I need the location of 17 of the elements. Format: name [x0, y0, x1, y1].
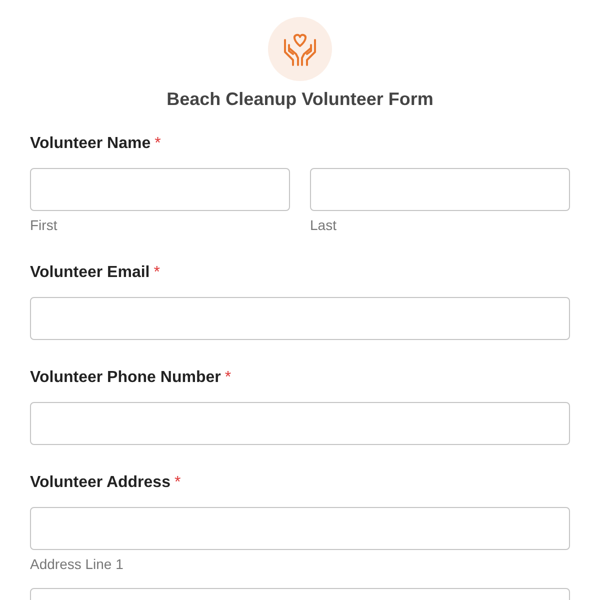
input-field[interactable]: [30, 297, 570, 340]
field-sublabel: Address Line 1: [30, 555, 124, 574]
field-label: Volunteer Name: [30, 134, 151, 154]
field-sublabel: Last: [310, 216, 338, 235]
required-asterisk: *: [224, 368, 232, 388]
input-field[interactable]: [30, 402, 570, 445]
field-label: Volunteer Email: [30, 263, 150, 283]
input-field[interactable]: [310, 168, 570, 211]
input-field[interactable]: [30, 507, 570, 550]
required-asterisk: *: [154, 134, 161, 154]
input-field[interactable]: [30, 168, 290, 211]
required-asterisk: *: [154, 263, 160, 283]
form-title: Beach Cleanup Volunteer Form: [166, 88, 434, 111]
field-sublabel: First: [30, 216, 58, 235]
required-asterisk: *: [174, 473, 181, 493]
field-label: Volunteer Address: [30, 473, 170, 493]
field-label: Volunteer Phone Number: [30, 368, 221, 388]
